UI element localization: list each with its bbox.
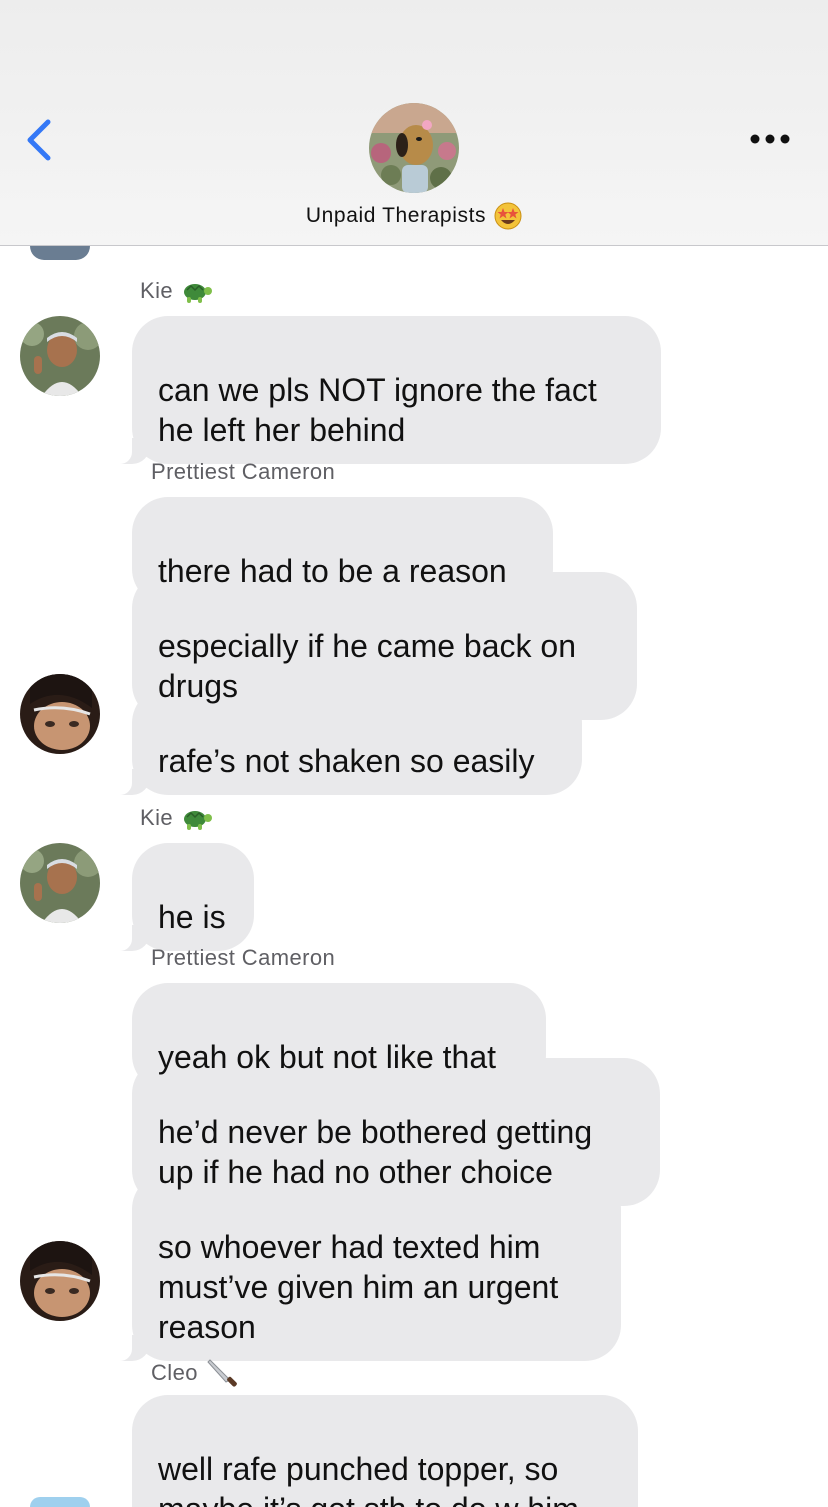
group-avatar[interactable] bbox=[369, 103, 459, 193]
sender-name: Kie bbox=[140, 278, 213, 304]
turtle-emoji-icon bbox=[184, 284, 212, 303]
star-struck-emoji-icon bbox=[494, 202, 522, 230]
avatar-cropped bbox=[30, 246, 90, 260]
message-bubble[interactable]: can we pls NOT ignore the fact he left h… bbox=[112, 316, 661, 464]
sender-name: Prettiest Cameron bbox=[151, 945, 336, 970]
ellipsis-icon bbox=[750, 134, 790, 144]
sender-name: Cleo bbox=[151, 1356, 240, 1390]
avatar-kie[interactable] bbox=[20, 316, 100, 396]
back-button[interactable] bbox=[20, 116, 60, 164]
message-bubble[interactable]: yeah ok but not like that bbox=[132, 983, 546, 1091]
avatar-cameron[interactable] bbox=[20, 674, 100, 754]
avatar-kie[interactable] bbox=[20, 843, 100, 923]
avatar-cameron[interactable] bbox=[20, 1241, 100, 1321]
chat-header: Unpaid Therapists bbox=[0, 0, 828, 246]
sender-name: Kie bbox=[140, 805, 213, 831]
message-bubble[interactable]: he is bbox=[112, 843, 254, 951]
group-title[interactable]: Unpaid Therapists bbox=[0, 196, 828, 236]
message-bubble[interactable]: so whoever had texted him must’ve given … bbox=[112, 1173, 621, 1361]
knife-emoji-icon bbox=[207, 1359, 237, 1387]
group-name: Unpaid Therapists bbox=[305, 204, 487, 227]
message-bubble[interactable]: there had to be a reason bbox=[132, 497, 553, 605]
sender-name: Prettiest Cameron bbox=[151, 459, 336, 484]
chevron-left-icon bbox=[27, 119, 51, 161]
more-options-button[interactable] bbox=[744, 122, 796, 156]
avatar-cropped bbox=[30, 1497, 90, 1507]
message-bubble[interactable]: well rafe punched topper, so maybe it’s … bbox=[132, 1395, 638, 1507]
turtle-emoji-icon bbox=[184, 811, 212, 830]
